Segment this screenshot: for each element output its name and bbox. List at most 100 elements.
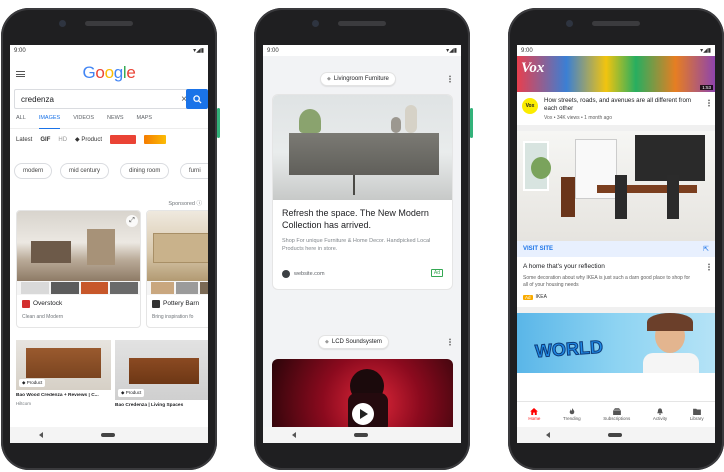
visit-site-bar[interactable]: VISIT SITE ⇱	[517, 241, 715, 257]
product-thumb[interactable]	[151, 282, 174, 294]
ad-image-dining-room[interactable]	[517, 131, 715, 241]
showcase: 9:00 ▾◢▮ Google credenza × ALL IMAGES VI…	[0, 0, 724, 472]
ad-meta-row: Ad IKEA	[523, 294, 547, 300]
more-options-icon[interactable]	[449, 338, 451, 346]
filter-product-label: Product	[81, 137, 102, 143]
filter-latest[interactable]: Latest	[16, 137, 32, 143]
tab-trending[interactable]: Trending	[563, 408, 581, 421]
image-sculpture	[391, 117, 401, 133]
phone-youtube: 9:00 ▾◢▮ Vox 1:53 Vox How streets, roads…	[508, 8, 724, 470]
ad-body: Some decoration about why IKEA is just s…	[523, 275, 691, 289]
topic-label[interactable]: ◆ LCD Soundsystem	[318, 335, 389, 349]
image-sideboard	[153, 233, 208, 263]
open-external-icon[interactable]: ⇱	[703, 245, 709, 253]
home-pill[interactable]	[101, 433, 115, 437]
result-title: Bao Credenza | Living Spaces	[115, 403, 184, 408]
product-badge-label: Product	[125, 390, 142, 395]
tab-subscriptions[interactable]: Subscriptions	[603, 408, 630, 421]
image-leg	[353, 175, 355, 195]
topic-label[interactable]: ◆ Livingroom Furniture	[320, 72, 396, 86]
search-query: credenza	[21, 94, 54, 104]
ad-image-dining: ⤢	[17, 211, 140, 281]
ad-brand: Pottery Barn	[163, 300, 200, 307]
product-thumb[interactable]	[50, 282, 79, 294]
product-thumb[interactable]	[110, 282, 138, 294]
back-icon[interactable]	[292, 432, 296, 438]
tab-library[interactable]: Library	[690, 408, 704, 421]
tab-videos[interactable]: VIDEOS	[73, 115, 94, 128]
more-options-icon[interactable]	[449, 75, 451, 83]
video-thumbnail[interactable]: WORLD	[517, 313, 715, 373]
product-thumbs	[147, 281, 208, 295]
tab-home[interactable]: Home	[528, 408, 540, 421]
card-source-row: website.com	[282, 270, 325, 278]
play-button[interactable]	[352, 403, 374, 425]
result-image: ◆ Product	[16, 340, 111, 390]
video-title[interactable]: How streets, roads, and avenues are all …	[544, 97, 704, 113]
image-chair	[561, 177, 575, 217]
info-icon[interactable]: ⓘ	[196, 201, 202, 207]
channel-avatar[interactable]: Vox	[522, 98, 538, 114]
chip-modern[interactable]: modern	[14, 163, 53, 179]
color-filter-red[interactable]	[110, 135, 136, 144]
ad-brand-row: Overstock	[22, 300, 62, 309]
product-thumb[interactable]	[175, 282, 199, 294]
product-thumb[interactable]	[200, 282, 208, 294]
power-button	[217, 108, 220, 138]
home-pill[interactable]	[608, 433, 622, 437]
chip-mid-century[interactable]: mid century	[60, 163, 110, 179]
filter-hd[interactable]: HD	[58, 137, 67, 143]
system-nav-bar	[263, 427, 461, 443]
filter-product[interactable]: ◆ Product	[75, 136, 102, 143]
phone-discover-feed: 9:00 ▾◢▮ ◆ Livingroom Furniture Refresh …	[254, 8, 473, 470]
folder-icon	[692, 408, 701, 415]
front-camera	[59, 20, 66, 27]
earpiece	[592, 21, 640, 26]
status-bar: 9:00 ▾◢▮	[517, 45, 715, 56]
image-cabinet	[87, 229, 115, 265]
expand-icon[interactable]: ⤢	[126, 215, 138, 227]
phone-google-images: 9:00 ▾◢▮ Google credenza × ALL IMAGES VI…	[1, 8, 220, 470]
tab-maps[interactable]: MAPS	[137, 115, 153, 128]
power-button	[470, 108, 473, 138]
screen: 9:00 ▾◢▮ Vox 1:53 Vox How streets, roads…	[517, 45, 715, 443]
image-plant	[299, 109, 321, 133]
image-chair	[615, 175, 627, 219]
more-options-icon[interactable]	[708, 263, 710, 271]
chip-dining-room[interactable]: dining room	[120, 163, 170, 179]
search-button[interactable]	[186, 89, 208, 109]
ad-subtitle: Bring inspiration fo	[152, 314, 194, 320]
discover-ad-card[interactable]: Refresh the space. The New Modern Collec…	[272, 94, 453, 290]
tab-news[interactable]: NEWS	[107, 115, 124, 128]
video-thumbnail[interactable]: Vox 1:53	[517, 56, 715, 92]
card-image-sideboard	[273, 95, 452, 200]
tab-all[interactable]: ALL	[16, 115, 26, 128]
home-pill[interactable]	[354, 433, 368, 437]
vox-thumb-logo: Vox	[521, 60, 545, 76]
ad-card-overstock[interactable]: ⤢ Overstock Clean and Modern	[16, 210, 141, 328]
earpiece	[338, 21, 386, 26]
tab-activity[interactable]: Activity	[653, 408, 667, 421]
ad-title[interactable]: A home that's your reflection	[523, 263, 605, 270]
back-icon[interactable]	[39, 432, 43, 438]
more-options-icon[interactable]	[708, 99, 710, 107]
filter-gif[interactable]: GIF	[40, 137, 50, 143]
bottom-tab-bar: Home Trending Subscriptions Activity Lib…	[517, 401, 715, 427]
ad-card-pottery-barn[interactable]: Pottery Barn Bring inspiration fo	[146, 210, 208, 328]
product-thumb[interactable]	[21, 282, 49, 294]
search-input[interactable]: credenza ×	[14, 89, 194, 109]
card-source: website.com	[294, 271, 325, 277]
system-nav-bar	[10, 427, 208, 443]
image-credenza	[129, 358, 199, 384]
image-result-1[interactable]: ◆ Product Bao Wood Credenza + Reviews | …	[16, 340, 111, 424]
thumb-text: WORLD	[534, 336, 604, 362]
visit-site-link[interactable]: VISIT SITE	[523, 246, 553, 252]
back-icon[interactable]	[546, 432, 550, 438]
image-result-2[interactable]: ◆ Product Bao Credenza | Living Spaces	[115, 340, 208, 424]
product-thumb[interactable]	[80, 282, 109, 294]
ad-badge: Ad	[430, 269, 443, 277]
chip-furniture[interactable]: furni	[180, 163, 208, 179]
tab-images[interactable]: IMAGES	[38, 115, 61, 129]
site-favicon-icon	[282, 270, 290, 278]
color-filter-orange[interactable]	[144, 135, 166, 144]
